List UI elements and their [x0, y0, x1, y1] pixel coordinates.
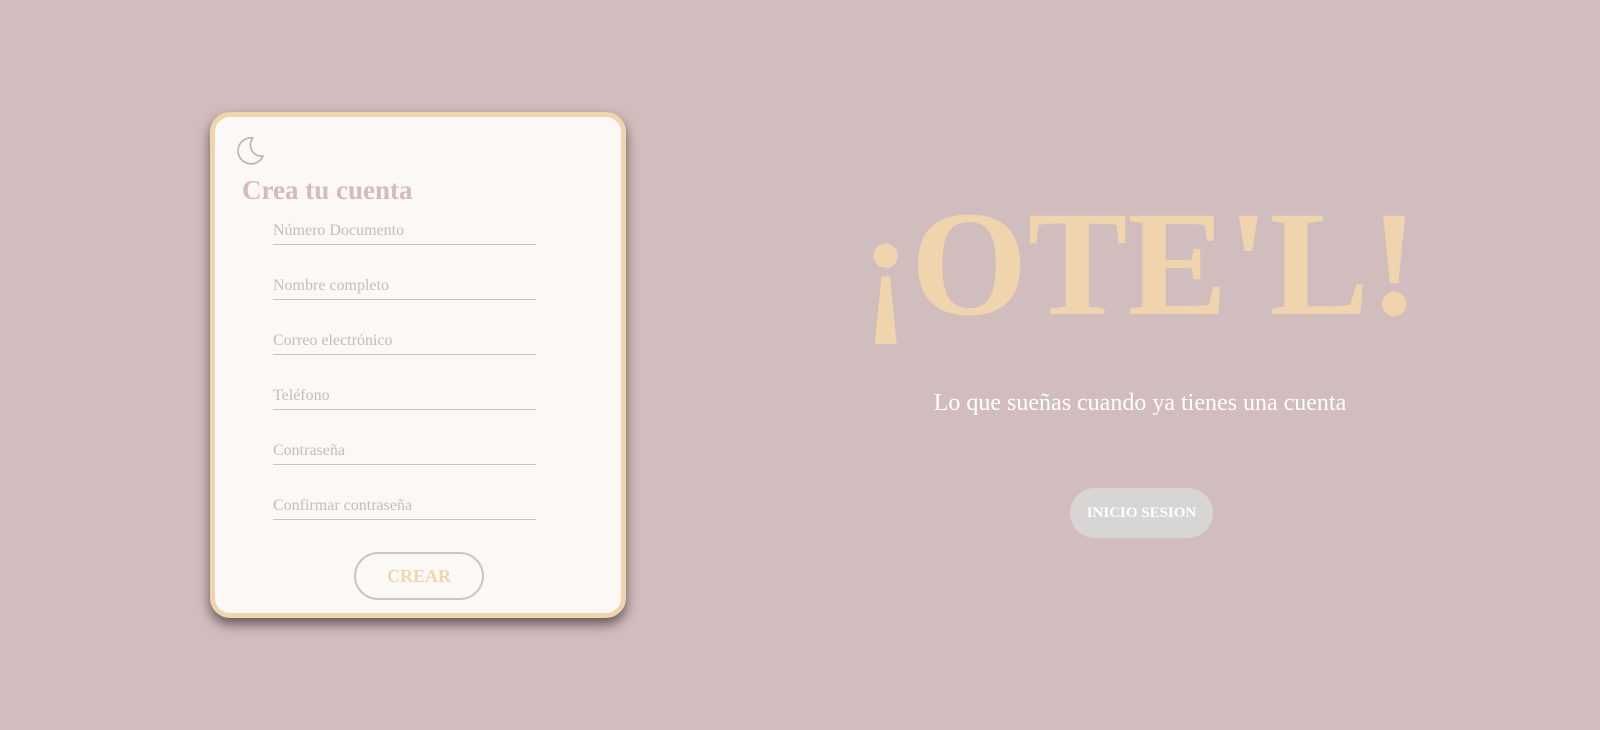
moon-icon: [237, 137, 264, 165]
register-title: Crea tu cuenta: [242, 175, 413, 205]
login-button[interactable]: INICIO SESION: [1070, 488, 1213, 538]
phone-field[interactable]: [273, 384, 536, 410]
tagline: Lo que sueñas cuando ya tienes una cuent…: [933, 390, 1347, 416]
theme-toggle-button[interactable]: [232, 134, 266, 168]
password-field[interactable]: [273, 439, 536, 465]
confirm-password-field[interactable]: [273, 494, 536, 520]
brand-logo-text: ¡OTE'L!: [860, 181, 1420, 347]
register-card: Crea tu cuenta CREAR: [210, 112, 626, 618]
full-name-field[interactable]: [273, 274, 536, 300]
document-number-field[interactable]: [273, 219, 536, 245]
email-field[interactable]: [273, 329, 536, 355]
create-account-button[interactable]: CREAR: [354, 552, 484, 600]
